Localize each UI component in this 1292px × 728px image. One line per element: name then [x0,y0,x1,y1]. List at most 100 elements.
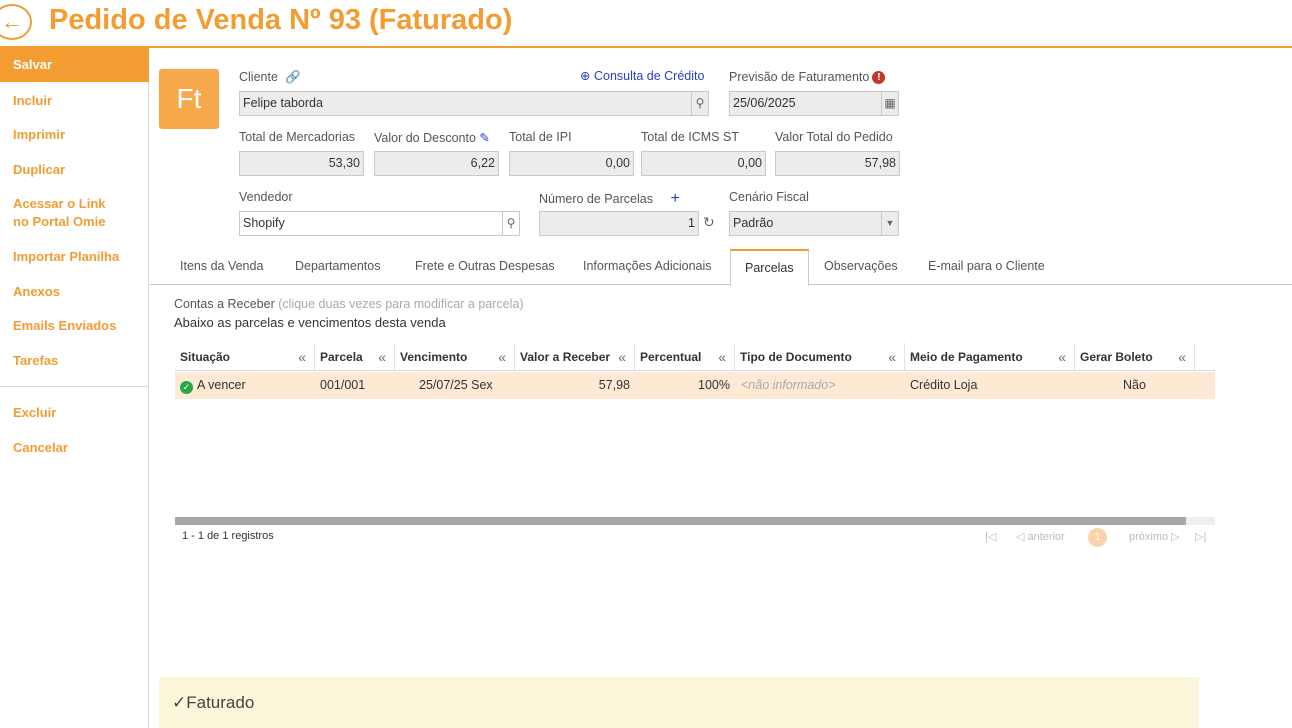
contas-subtitle: Abaixo as parcelas e vencimentos desta v… [174,315,446,330]
num-parcelas-field: 1 [539,211,699,236]
tab-itens-venda[interactable]: Itens da Venda [180,249,263,285]
bullet-icon [0,59,3,69]
cenario-fiscal-select[interactable]: Padrão ▼ [729,211,899,236]
sidebar-item-label: Imprimir [13,127,66,142]
sidebar-item-label: Excluir [13,405,57,420]
check-icon: ✓ [172,693,187,712]
page-number[interactable]: 1 [1088,528,1107,547]
sidebar-item-anexos[interactable]: Anexos [0,283,149,301]
valor-desconto-field: 6,22 [374,151,499,176]
total-mercadorias-field: 53,30 [239,151,364,176]
sidebar-divider [0,386,149,387]
collapse-icon[interactable]: « [1058,343,1066,371]
check-circle-icon: ✓ [180,381,193,394]
total-mercadorias-label: Total de Mercadorias [239,130,356,144]
sidebar-item-acessar-link[interactable]: Acessar o Link no Portal Omie [0,195,149,231]
contas-hint: (clique duas vezes para modificar a parc… [278,297,524,311]
page-title: Pedido de Venda Nº 93 (Faturado) [49,4,513,36]
valor-total-field: 57,98 [775,151,900,176]
total-ipi-field: 0,00 [509,151,634,176]
tab-observacoes[interactable]: Observações [824,249,898,285]
num-parcelas-label: Número de Parcelas + [539,190,680,207]
sidebar-item-label: Incluir [13,93,53,108]
sidebar-item-label: no Portal Omie [13,214,106,229]
cell-gerar-boleto: Não [1123,378,1146,392]
sidebar-item-label: Salvar [13,57,53,72]
cell-tipo-documento: <não informado> [741,378,836,392]
sidebar-item-duplicar[interactable]: Duplicar [0,161,149,179]
sidebar-item-imprimir[interactable]: Imprimir [0,126,149,144]
first-page-icon[interactable]: |◁ [985,530,996,543]
vendedor-field[interactable]: Shopify ⚲ [239,211,520,236]
column-header-percentual[interactable]: Percentual « [635,343,735,371]
next-page-button[interactable]: próximo ▷ [1129,530,1180,543]
column-header-situacao[interactable]: Situação « [175,343,315,371]
previsao-label: Previsão de Faturamento! [729,70,886,84]
refresh-icon[interactable]: ↻ [703,214,715,231]
collapse-icon[interactable]: « [718,343,726,371]
collapse-icon[interactable]: « [888,343,896,371]
total-icms-st-field: 0,00 [641,151,766,176]
table-row[interactable]: ✓ A vencer 001/001 25/07/25 Sex 57,98 100… [175,372,1215,399]
sidebar-item-label: Anexos [13,284,60,299]
arrow-left-icon[interactable]: ← [0,4,32,40]
search-icon[interactable]: ⚲ [502,212,519,235]
chevron-down-icon[interactable]: ▼ [881,212,898,235]
prev-page-button[interactable]: ◁ anterior [1016,530,1065,543]
consulta-credito-link[interactable]: ⊕ Consulta de Crédito [580,68,704,83]
contas-title: Contas a Receber (clique duas vezes para… [174,297,524,311]
page-header: ← Pedido de Venda Nº 93 (Faturado) [0,0,1292,48]
sidebar: Salvar Incluir Imprimir Duplicar Acessar… [0,48,149,728]
column-header-valor[interactable]: Valor a Receber « [515,343,635,371]
sidebar-item-salvar[interactable]: Salvar [0,48,149,82]
collapse-icon[interactable]: « [1178,343,1186,371]
records-count: 1 - 1 de 1 registros [182,530,274,542]
collapse-icon[interactable]: « [378,343,386,371]
sidebar-item-tarefas[interactable]: Tarefas [0,352,149,370]
pencil-icon[interactable]: ✎ [479,131,489,145]
collapse-icon[interactable]: « [298,343,306,371]
status-text: ✓Faturado [172,693,255,712]
last-page-icon[interactable]: ▷| [1195,530,1206,543]
zoom-in-icon: ⊕ [580,69,591,83]
column-header-gerar-boleto[interactable]: Gerar Boleto « [1075,343,1195,371]
tab-informacoes[interactable]: Informações Adicionais [583,249,712,285]
column-header-parcela[interactable]: Parcela « [315,343,395,371]
column-header-meio-pagamento[interactable]: Meio de Pagamento « [905,343,1075,371]
tab-email-cliente[interactable]: E-mail para o Cliente [928,249,1045,285]
total-icms-st-label: Total de ICMS ST [641,130,739,144]
tab-departamentos[interactable]: Departamentos [295,249,380,285]
vendedor-label: Vendedor [239,190,293,204]
sidebar-item-excluir[interactable]: Excluir [0,404,149,422]
collapse-icon[interactable]: « [618,343,626,371]
cell-valor: 57,98 [598,378,630,392]
column-header-tipo-documento[interactable]: Tipo de Documento « [735,343,905,371]
sidebar-item-emails-enviados[interactable]: Emails Enviados [0,317,149,335]
cell-situacao: ✓ A vencer [180,372,246,399]
cenario-fiscal-label: Cenário Fiscal [729,190,809,204]
sidebar-item-importar-planilha[interactable]: Importar Planilha [0,248,149,266]
horizontal-scrollbar[interactable] [175,517,1215,525]
link-icon[interactable]: 🔗 [285,70,301,84]
sidebar-item-label: Duplicar [13,162,66,177]
column-header-vencimento[interactable]: Vencimento « [395,343,515,371]
collapse-icon[interactable]: « [498,343,506,371]
scrollbar-thumb[interactable] [175,517,1186,525]
cell-percentual: 100% [698,378,730,392]
sidebar-item-incluir[interactable]: Incluir [0,92,149,110]
previsao-field[interactable]: 25/06/2025 ▦ [729,91,899,116]
tab-frete[interactable]: Frete e Outras Despesas [415,249,555,285]
cliente-label: Cliente 🔗 [239,70,301,84]
calendar-icon[interactable]: ▦ [881,92,898,115]
sidebar-item-cancelar[interactable]: Cancelar [0,439,149,457]
plus-icon[interactable]: + [670,190,679,207]
sidebar-item-label: Tarefas [13,353,59,368]
bullet-icon [0,251,3,261]
valor-total-label: Valor Total do Pedido [775,130,893,144]
cell-vencimento: 25/07/25 Sex [419,378,493,392]
cliente-field[interactable]: Felipe taborda ⚲ [239,91,709,116]
cell-meio-pagamento: Crédito Loja [910,378,978,392]
valor-desconto-label: Valor do Desconto ✎ [374,131,490,145]
tab-parcelas[interactable]: Parcelas [730,249,809,286]
search-icon[interactable]: ⚲ [691,92,708,115]
